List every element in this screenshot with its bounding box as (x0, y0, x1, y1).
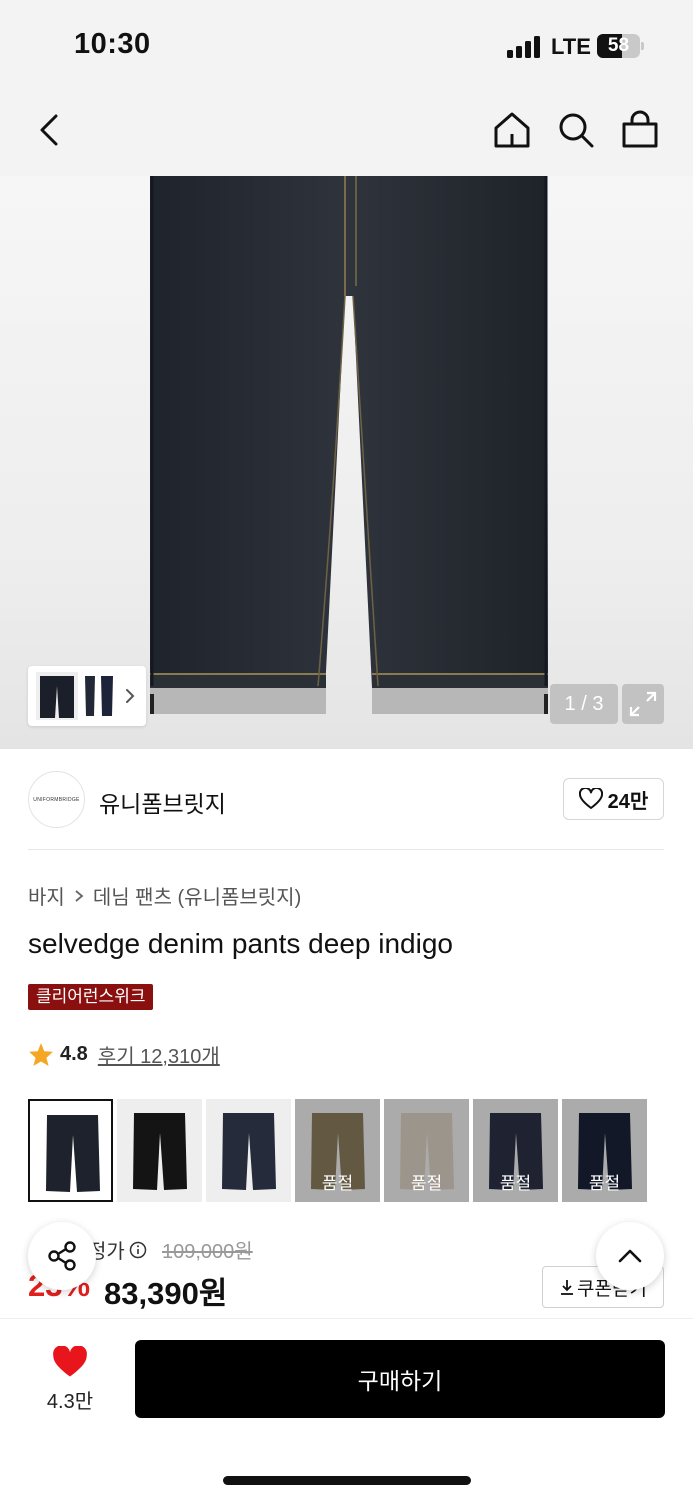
divider (28, 849, 664, 850)
share-button[interactable] (28, 1222, 96, 1290)
share-icon (48, 1241, 76, 1271)
thumbnail-images (36, 672, 135, 720)
chevron-up-icon (618, 1249, 642, 1263)
chevron-right-icon (75, 889, 84, 902)
back-button[interactable] (28, 108, 72, 152)
brand-name[interactable]: 유니폼브릿지 (99, 785, 226, 819)
color-swatch[interactable] (117, 1099, 202, 1202)
signal-icon (507, 36, 543, 58)
gallery-counter: 1 / 3 (550, 684, 618, 724)
soldout-label: 품절 (384, 1099, 469, 1202)
color-swatch[interactable] (206, 1099, 291, 1202)
search-button[interactable] (554, 108, 598, 152)
star-icon (29, 1043, 53, 1066)
color-swatch[interactable] (28, 1099, 113, 1202)
download-icon (561, 1280, 574, 1295)
color-swatch[interactable]: 품절 (562, 1099, 647, 1202)
brand-logo[interactable]: UNIFORMBRIDGE (28, 771, 85, 828)
rating-row: 4.8 후기 12,310개 (28, 1040, 220, 1069)
buy-button-label: 구매하기 (357, 1368, 443, 1394)
color-swatch[interactable]: 품절 (295, 1099, 380, 1202)
color-options: 품절 품절 품절 품절 (28, 1099, 647, 1202)
color-swatch[interactable]: 품절 (473, 1099, 558, 1202)
shopping-bag-icon (622, 110, 658, 148)
swatch-pants-image (133, 1113, 187, 1190)
info-icon[interactable] (129, 1241, 147, 1259)
scroll-top-button[interactable] (596, 1222, 664, 1290)
soldout-label: 품절 (473, 1099, 558, 1202)
rating-score: 4.8 (60, 1043, 88, 1065)
promo-badge: 클리어런스위크 (28, 984, 154, 1010)
wish-button[interactable] (52, 1345, 88, 1383)
brand-like-button[interactable]: 24만 (563, 778, 664, 820)
home-icon (494, 112, 530, 148)
color-swatch[interactable]: 품절 (384, 1099, 469, 1202)
review-link[interactable]: 후기 12,310개 (98, 1040, 220, 1069)
breadcrumb: 바지 데님 팬츠 (유니폼브릿지) (28, 881, 301, 910)
price-label: 정가 (88, 1235, 147, 1264)
jeans-illustration (150, 176, 548, 714)
expand-button[interactable] (622, 684, 664, 724)
heart-outline-icon (578, 788, 603, 809)
soldout-label: 품절 (562, 1099, 647, 1202)
sale-price: 83,390원 (104, 1276, 228, 1311)
cart-button[interactable] (618, 108, 662, 152)
product-title: selvedge denim pants deep indigo (28, 928, 453, 959)
soldout-label: 품절 (295, 1099, 380, 1202)
battery-icon: 58 (597, 34, 644, 58)
swatch-pants-image (222, 1113, 276, 1190)
brand-like-count: 24만 (607, 790, 649, 813)
original-price: 109,000원 (162, 1241, 253, 1263)
home-indicator (223, 1476, 471, 1485)
swatch-pants-image (46, 1115, 100, 1192)
brand-logo-text: UNIFORMBRIDGE (33, 796, 80, 803)
chevron-left-icon (40, 114, 58, 146)
wish-count: 4.3만 (46, 1391, 94, 1413)
breadcrumb-subcategory[interactable]: 데님 팬츠 (유니폼브릿지) (93, 881, 301, 910)
home-button[interactable] (490, 108, 534, 152)
search-icon (559, 113, 594, 148)
battery-level: 58 (607, 35, 630, 56)
expand-icon (629, 691, 657, 717)
network-label: LTE (551, 34, 591, 59)
breadcrumb-category[interactable]: 바지 (28, 881, 65, 910)
buy-button[interactable]: 구매하기 (135, 1340, 665, 1418)
product-image[interactable] (0, 176, 693, 749)
status-time: 10:30 (74, 28, 151, 60)
heart-filled-icon (53, 1345, 87, 1377)
gallery-thumbnail-strip[interactable] (28, 666, 146, 726)
